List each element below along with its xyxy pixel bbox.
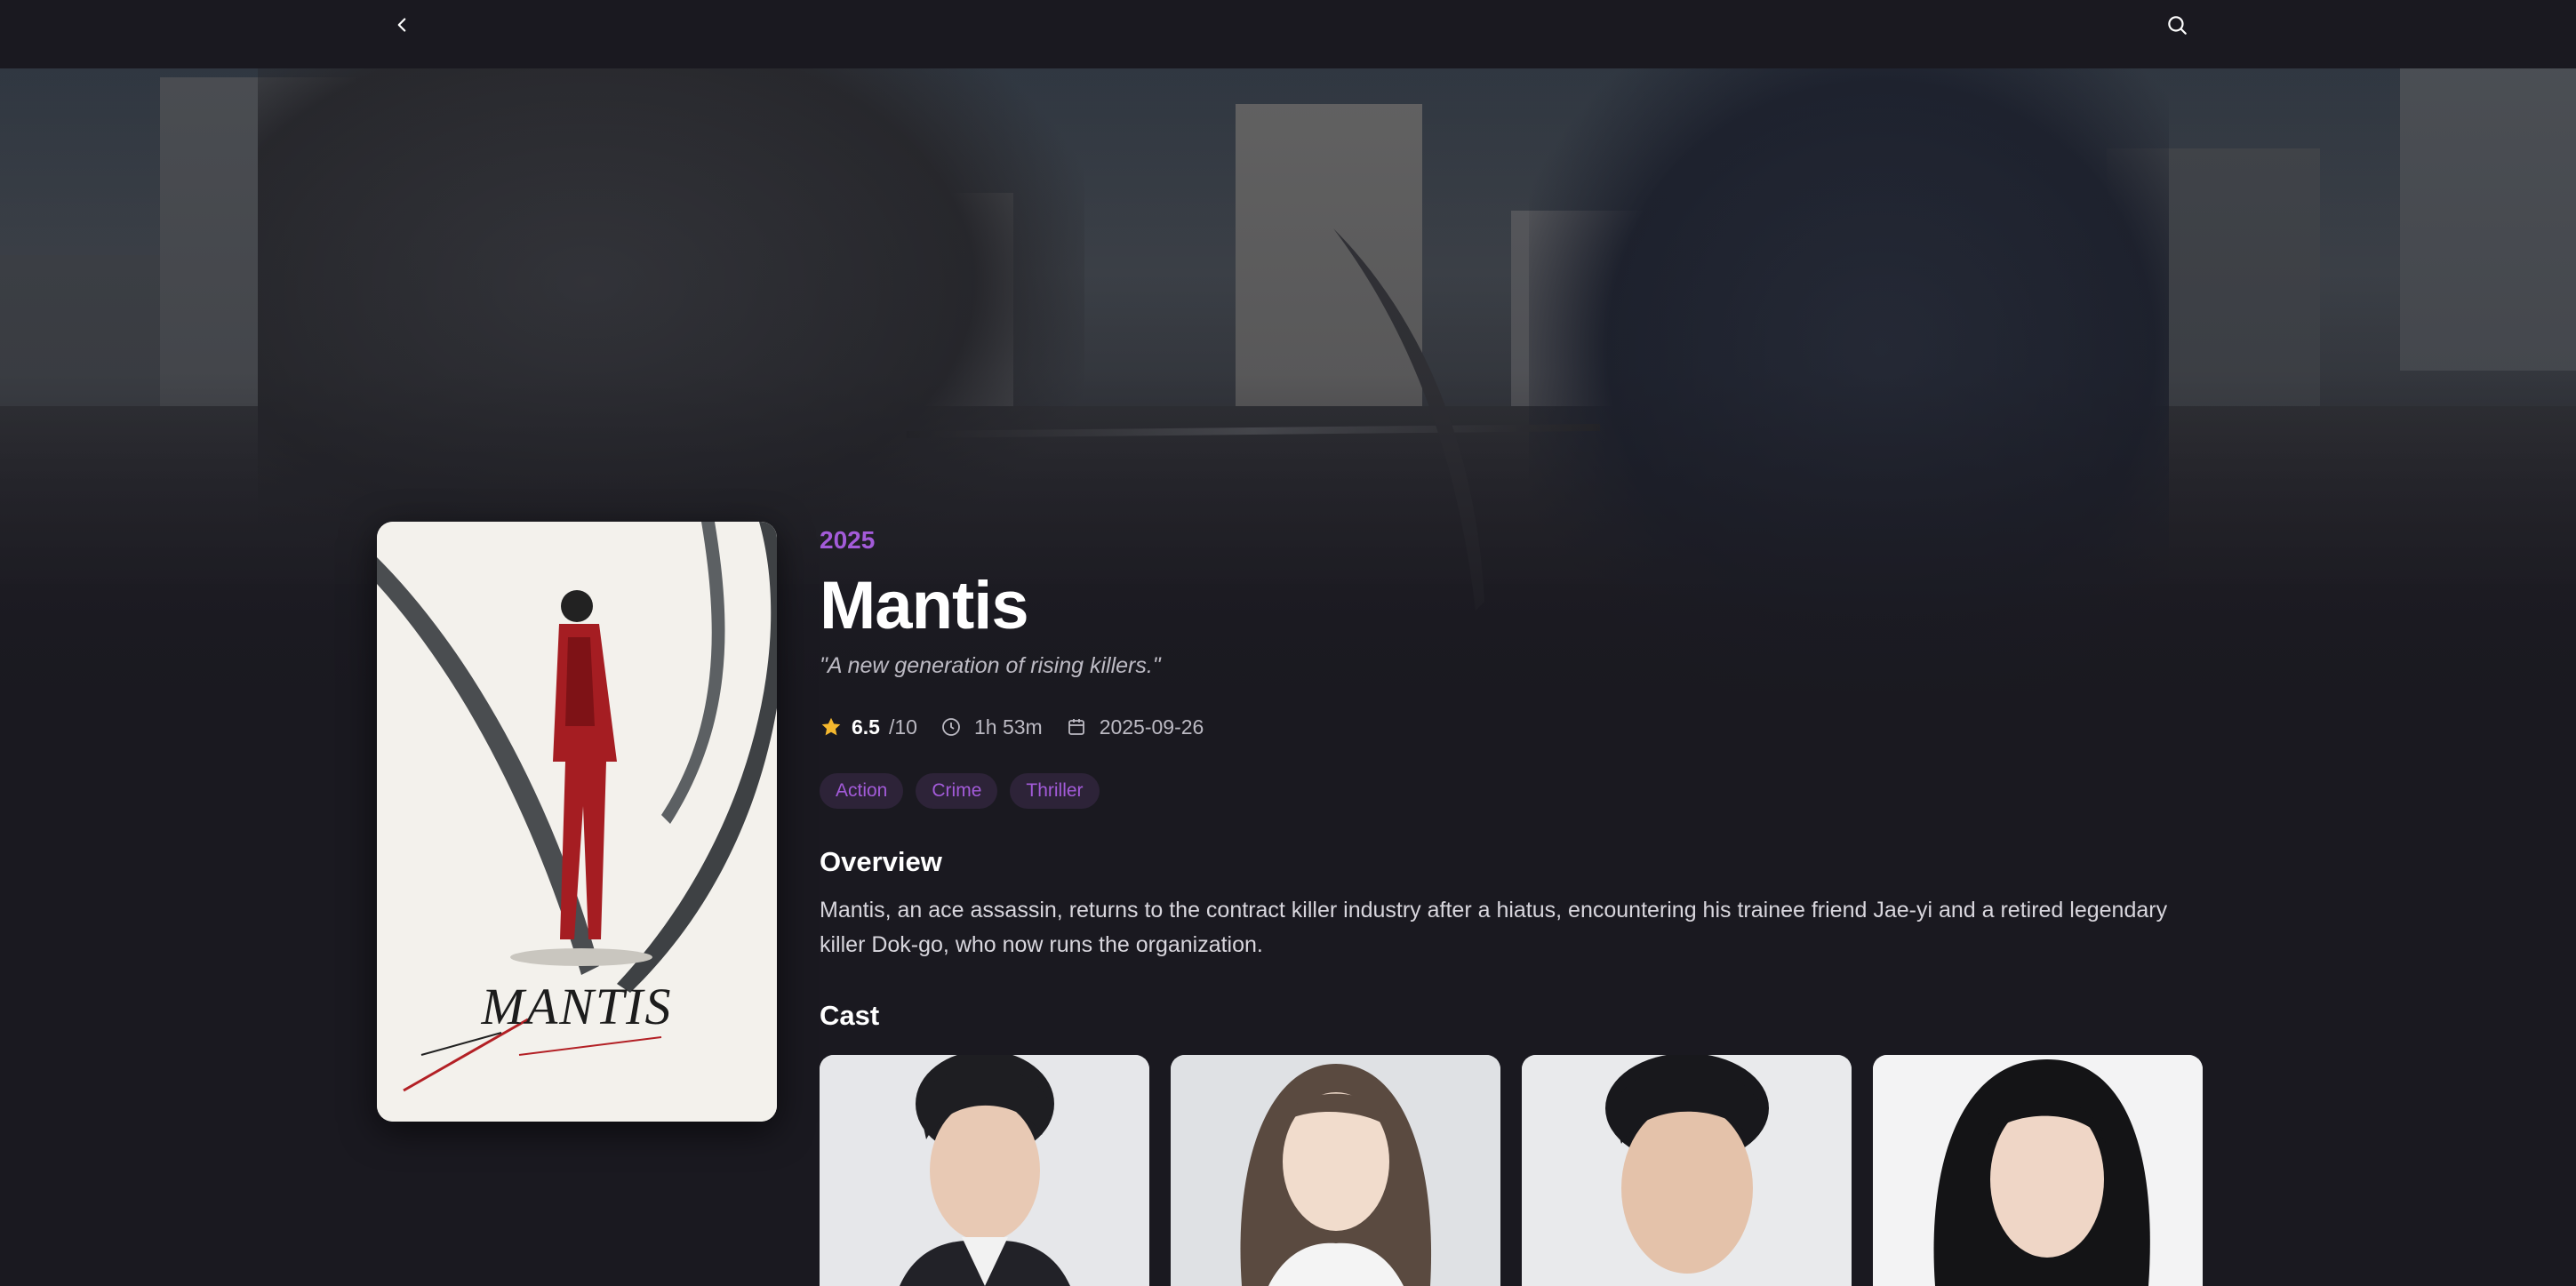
cast-card[interactable] — [1522, 1055, 1852, 1286]
meta-row: 6.5 /10 1h 53m 2025-09-26 — [820, 713, 1204, 741]
cast-card[interactable] — [820, 1055, 1149, 1286]
cast-photo — [1873, 1055, 2203, 1286]
cast-list — [820, 1055, 2203, 1286]
runtime: 1h 53m — [973, 715, 1043, 739]
cast-card[interactable] — [1171, 1055, 1500, 1286]
top-bar — [0, 0, 2576, 68]
release-year: 2025 — [820, 526, 876, 554]
tagline: "A new generation of rising killers." — [820, 653, 1161, 678]
overview-heading: Overview — [820, 846, 942, 877]
search-button[interactable] — [2157, 5, 2196, 44]
rating-max: /10 — [888, 715, 917, 739]
back-button[interactable] — [382, 5, 421, 44]
search-icon — [2168, 16, 2187, 35]
genre-chip[interactable]: Crime — [916, 773, 998, 809]
genre-chip[interactable]: Action — [820, 773, 904, 809]
clock-icon — [942, 718, 960, 736]
cast-card[interactable] — [1873, 1055, 2203, 1286]
poster-wordmark: MANTIS — [481, 978, 673, 1035]
overview-text: Mantis, an ace assassin, returns to the … — [820, 898, 2168, 957]
genre-chip[interactable]: Thriller — [1010, 773, 1100, 809]
cast-heading: Cast — [820, 1000, 880, 1031]
star-icon — [821, 717, 841, 736]
cast-photo — [1522, 1055, 1852, 1286]
release-date: 2025-09-26 — [1099, 715, 1204, 739]
cast-photo — [1171, 1055, 1500, 1286]
movie-title: Mantis — [820, 568, 1029, 643]
chevron-left-icon — [397, 18, 406, 32]
calendar-icon — [1068, 719, 1084, 735]
cast-photo — [820, 1055, 1149, 1286]
movie-poster: MANTIS — [377, 522, 777, 1122]
rating-value: 6.5 — [852, 715, 880, 739]
genre-list: Action Crime Thriller — [820, 773, 1100, 809]
